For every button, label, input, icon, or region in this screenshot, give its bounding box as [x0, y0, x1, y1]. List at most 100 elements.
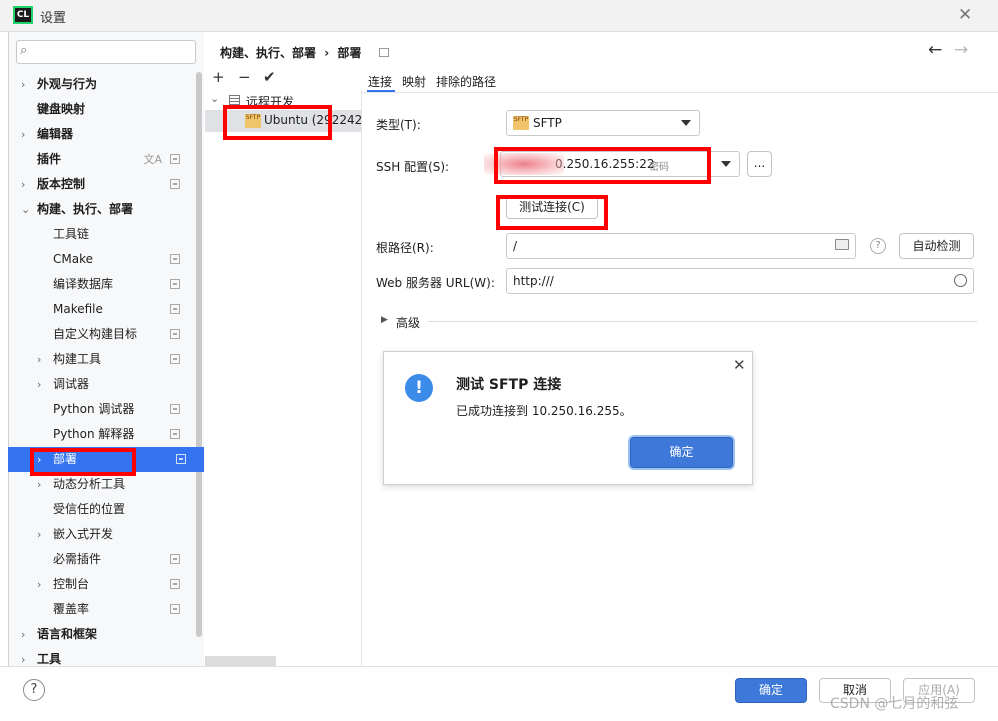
dialog-ok-button[interactable]: 确定	[630, 437, 733, 468]
forward-arrow-icon[interactable]: →	[954, 40, 968, 60]
project-scope-icon	[170, 154, 180, 164]
project-scope-icon	[170, 304, 180, 314]
sidebar-item-keymap[interactable]: 键盘映射	[8, 97, 196, 122]
sidebar-item-label: 版本控制	[37, 177, 86, 191]
server-group-icon	[229, 95, 240, 105]
sidebar-item-languages[interactable]: › 语言和框架	[8, 622, 196, 647]
sidebar-item-python-interpreter[interactable]: Python 解释器	[8, 422, 196, 447]
sidebar-item-debugger[interactable]: › 调试器	[8, 372, 196, 397]
sidebar-item-label: 插件	[37, 152, 62, 166]
dialog-close-icon[interactable]: ✕	[733, 356, 746, 374]
chevron-right-icon: ›	[21, 178, 26, 191]
sidebar-item-python-debugger[interactable]: Python 调试器	[8, 397, 196, 422]
set-default-button[interactable]: ✔	[263, 68, 276, 86]
type-select[interactable]: SFTP SFTP	[506, 110, 700, 136]
tabs-divider	[362, 92, 998, 93]
project-scope-icon	[170, 279, 180, 289]
highlight-box	[223, 105, 332, 140]
project-scope-icon	[170, 254, 180, 264]
help-icon[interactable]: ?	[870, 238, 886, 254]
chevron-down-icon	[681, 120, 691, 126]
chevron-right-icon[interactable]: ▶	[381, 315, 388, 325]
sidebar-item-label: 控制台	[53, 577, 90, 591]
sidebar-item-plugins[interactable]: 插件 文A	[8, 147, 196, 172]
sidebar-item-required-plugins[interactable]: 必需插件	[8, 547, 196, 572]
dialog-title: 测试 SFTP 连接	[456, 377, 562, 393]
sidebar-item-cmake[interactable]: CMake	[8, 247, 196, 272]
sidebar-item-console[interactable]: › 控制台	[8, 572, 196, 597]
project-scope-icon	[170, 329, 180, 339]
advanced-section-toggle[interactable]: 高级	[396, 314, 420, 331]
web-url-value: http:///	[513, 274, 554, 288]
sidebar-item-label: 外观与行为	[37, 77, 98, 91]
chevron-right-icon: ›	[21, 128, 26, 141]
tree-horizontal-scrollbar[interactable]	[205, 656, 276, 666]
breadcrumb: 构建、执行、部署 › 部署	[220, 44, 361, 61]
dialog-message: 已成功连接到 10.250.16.255。	[456, 404, 632, 418]
globe-icon[interactable]	[954, 274, 967, 287]
auto-detect-button[interactable]: 自动检测	[899, 233, 974, 259]
sidebar-item-toolchains[interactable]: 工具链	[8, 222, 196, 247]
root-path-label: 根路径(R):	[376, 241, 434, 255]
sidebar-item-makefile[interactable]: Makefile	[8, 297, 196, 322]
sidebar-item-compilation-db[interactable]: 编译数据库	[8, 272, 196, 297]
sidebar-item-label: 自定义构建目标	[53, 327, 138, 341]
ssh-config-label: SSH 配置(S):	[376, 160, 450, 174]
sidebar-scrollbar[interactable]	[196, 72, 202, 637]
folder-icon[interactable]	[835, 239, 849, 250]
ssh-config-browse-button[interactable]: ...	[747, 151, 772, 177]
project-scope-icon	[170, 429, 180, 439]
back-arrow-icon[interactable]: ←	[928, 40, 942, 60]
sidebar-item-embedded[interactable]: › 嵌入式开发	[8, 522, 196, 547]
chevron-right-icon: ›	[21, 78, 26, 91]
sidebar-item-label: 必需插件	[53, 552, 102, 566]
server-tree	[205, 90, 362, 666]
sidebar-item-build-tools[interactable]: › 构建工具	[8, 347, 196, 372]
chevron-right-icon: ›	[37, 578, 42, 591]
tab-mappings[interactable]: 映射	[402, 73, 426, 90]
sidebar-item-editor[interactable]: › 编辑器	[8, 122, 196, 147]
title-bar	[0, 0, 998, 32]
add-server-button[interactable]: +	[212, 68, 225, 86]
sftp-icon: SFTP	[513, 116, 529, 130]
project-scope-icon	[170, 554, 180, 564]
chevron-down-icon: ⌄	[210, 92, 220, 105]
sidebar-item-label: Python 解释器	[53, 427, 135, 441]
sidebar-item-label: 覆盖率	[53, 602, 90, 616]
type-label: 类型(T):	[376, 118, 421, 132]
sidebar-item-coverage[interactable]: 覆盖率	[8, 597, 196, 622]
sidebar-item-appearance[interactable]: › 外观与行为	[8, 72, 196, 97]
close-icon[interactable]: ✕	[958, 5, 972, 25]
help-icon[interactable]: ?	[23, 679, 45, 701]
highlight-box	[30, 448, 136, 476]
sidebar-item-trusted-locations[interactable]: 受信任的位置	[8, 497, 196, 522]
sidebar-item-custom-targets[interactable]: 自定义构建目标	[8, 322, 196, 347]
root-path-input[interactable]: /	[506, 233, 856, 259]
project-scope-icon	[379, 48, 389, 57]
sidebar-item-build[interactable]: ⌄ 构建、执行、部署	[8, 197, 196, 222]
sidebar-item-label: 调试器	[53, 377, 90, 391]
sidebar-item-label: 构建工具	[53, 352, 102, 366]
sidebar-item-label: CMake	[53, 252, 93, 266]
sidebar-item-vcs[interactable]: › 版本控制	[8, 172, 196, 197]
remove-server-button[interactable]: −	[238, 68, 251, 86]
search-input[interactable]	[16, 40, 196, 64]
sidebar-item-label: 构建、执行、部署	[37, 202, 134, 216]
sidebar-item-label: 工具链	[53, 227, 90, 241]
web-url-input[interactable]: http:///	[506, 268, 974, 294]
sidebar-item-label: 嵌入式开发	[53, 527, 114, 541]
sidebar-item-label: 编译数据库	[53, 277, 114, 291]
window-title: 设置	[40, 11, 67, 26]
chevron-right-icon: ›	[21, 628, 26, 641]
project-scope-icon	[170, 179, 180, 189]
project-scope-icon	[170, 404, 180, 414]
tab-excluded-paths[interactable]: 排除的路径	[436, 73, 496, 90]
web-url-label: Web 服务器 URL(W):	[376, 276, 495, 290]
breadcrumb-parent[interactable]: 构建、执行、部署	[220, 46, 316, 60]
project-scope-icon	[170, 579, 180, 589]
ok-button[interactable]: 确定	[735, 678, 807, 703]
breadcrumb-current: 部署	[337, 46, 362, 60]
tab-connection[interactable]: 连接	[368, 73, 392, 90]
project-scope-icon	[170, 604, 180, 614]
sidebar-item-label: 受信任的位置	[53, 502, 126, 516]
